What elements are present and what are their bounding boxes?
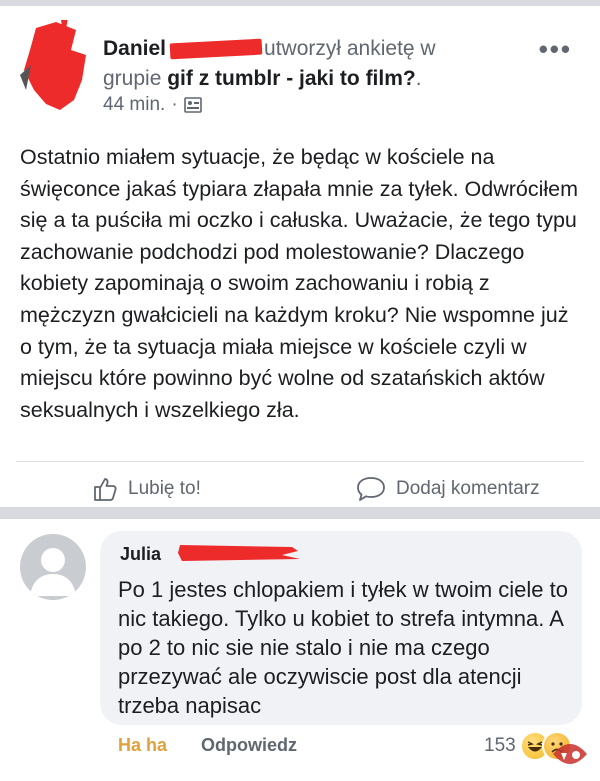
post-actions-divider bbox=[16, 461, 584, 462]
like-button[interactable]: Lubię to! bbox=[92, 476, 201, 502]
post-header-action: utworzył ankietę w bbox=[264, 37, 436, 60]
post-author-name[interactable]: Daniel bbox=[103, 37, 166, 60]
like-label: Lubię to! bbox=[128, 478, 201, 499]
post-body: Ostatnio miałem sytuacje, że będąc w koś… bbox=[20, 145, 579, 422]
post-meta: 44 min. · bbox=[103, 94, 202, 116]
thumbs-up-icon bbox=[94, 478, 117, 501]
post-header: Daniel utworzył ankietę w grupie gif z tu… bbox=[103, 34, 533, 94]
post-actions-bar: Lubię to! Dodaj komentarz bbox=[0, 468, 600, 508]
post-group-link[interactable]: gif z tumblr - jaki to film? bbox=[167, 67, 416, 90]
meta-dot: · bbox=[171, 94, 178, 115]
comment-bubble: Julia Po 1 jestes chlopakiem i tyłek w t… bbox=[100, 531, 582, 725]
post-header-group-prefix: grupie bbox=[103, 67, 162, 90]
post-timestamp[interactable]: 44 min. bbox=[103, 94, 165, 116]
comment-bubble-icon bbox=[357, 477, 385, 501]
redacted-name-mark bbox=[169, 38, 263, 60]
reply-button[interactable]: Odpowiedz bbox=[201, 735, 297, 756]
comment-actions: Ha ha Odpowiedz bbox=[118, 735, 297, 756]
default-avatar-icon bbox=[30, 548, 76, 596]
post-header-suffix: . bbox=[415, 67, 422, 90]
redacted-avatar bbox=[20, 20, 86, 110]
comment-button[interactable]: Dodaj komentarz bbox=[356, 476, 540, 502]
comment-author-name[interactable]: Julia bbox=[120, 544, 161, 565]
post-card: Daniel utworzył ankietę w grupie gif z tu… bbox=[0, 6, 600, 506]
haha-reaction-button[interactable]: Ha ha bbox=[118, 735, 167, 756]
redacted-commenter-name bbox=[178, 545, 300, 561]
group-privacy-icon bbox=[183, 97, 202, 113]
comment-avatar[interactable] bbox=[20, 534, 86, 600]
comment-item: Julia Po 1 jestes chlopakiem i tyłek w t… bbox=[0, 519, 600, 781]
comment-label: Dodaj komentarz bbox=[396, 478, 540, 499]
reaction-count: 153 bbox=[484, 735, 516, 756]
comment-text: Po 1 jestes chlopakiem i tyłek w twoim c… bbox=[118, 577, 568, 718]
more-options-icon[interactable]: ••• bbox=[539, 34, 572, 65]
section-separator bbox=[0, 507, 600, 519]
watermark-logo bbox=[553, 744, 587, 764]
